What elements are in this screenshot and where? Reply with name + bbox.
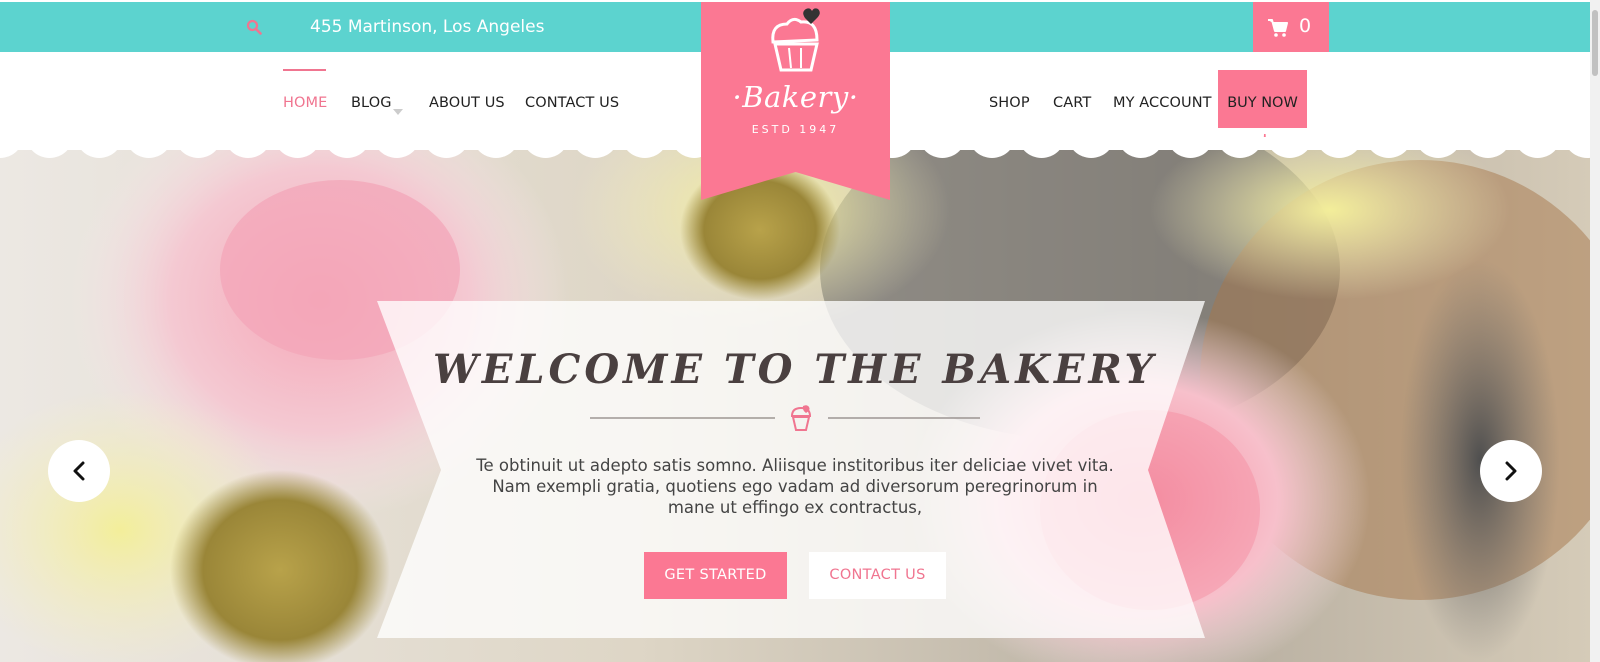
- nav-about-us[interactable]: ABOUT US: [429, 95, 505, 111]
- chevron-left-icon: [73, 461, 85, 481]
- chevron-right-icon: [1505, 461, 1517, 481]
- chevron-down-icon[interactable]: [393, 100, 403, 115]
- hero-title: WELCOME TO THE BAKERY: [432, 346, 1158, 393]
- hero-contact-button[interactable]: CONTACT US: [809, 552, 946, 599]
- nav-shop[interactable]: SHOP: [989, 95, 1030, 111]
- cart-count: 0: [1299, 15, 1312, 37]
- nav-cart[interactable]: CART: [1053, 95, 1091, 111]
- hero-description: Te obtinuit ut adepto satis somno. Aliis…: [476, 456, 1114, 517]
- slider-next-button[interactable]: [1480, 440, 1542, 502]
- search-icon[interactable]: [246, 19, 262, 35]
- header-cart-button[interactable]: 0: [1253, 2, 1329, 54]
- logo-established: ESTD 1947: [751, 123, 840, 136]
- store-address: 455 Martinson, Los Angeles: [310, 17, 545, 37]
- page-scrollbar[interactable]: [1590, 0, 1600, 662]
- nav-contact-us[interactable]: CONTACT US: [525, 95, 619, 111]
- active-indicator: [283, 69, 326, 71]
- scrollbar-thumb[interactable]: [1592, 10, 1598, 76]
- cart-icon: [1267, 18, 1289, 38]
- nav-my-account[interactable]: MY ACCOUNT: [1113, 95, 1212, 111]
- buy-now-button[interactable]: BUY NOW: [1218, 70, 1307, 137]
- get-started-button[interactable]: GET STARTED: [644, 552, 787, 599]
- cupcake-icon: [789, 404, 813, 432]
- hero-slider: WELCOME TO THE BAKERY Te obtinuit ut ade…: [0, 150, 1590, 662]
- nav-home[interactable]: HOME: [283, 95, 327, 111]
- slider-prev-button[interactable]: [48, 440, 110, 502]
- nav-blog[interactable]: BLOG: [351, 95, 392, 111]
- logo-name: ·Bakery·: [732, 80, 859, 114]
